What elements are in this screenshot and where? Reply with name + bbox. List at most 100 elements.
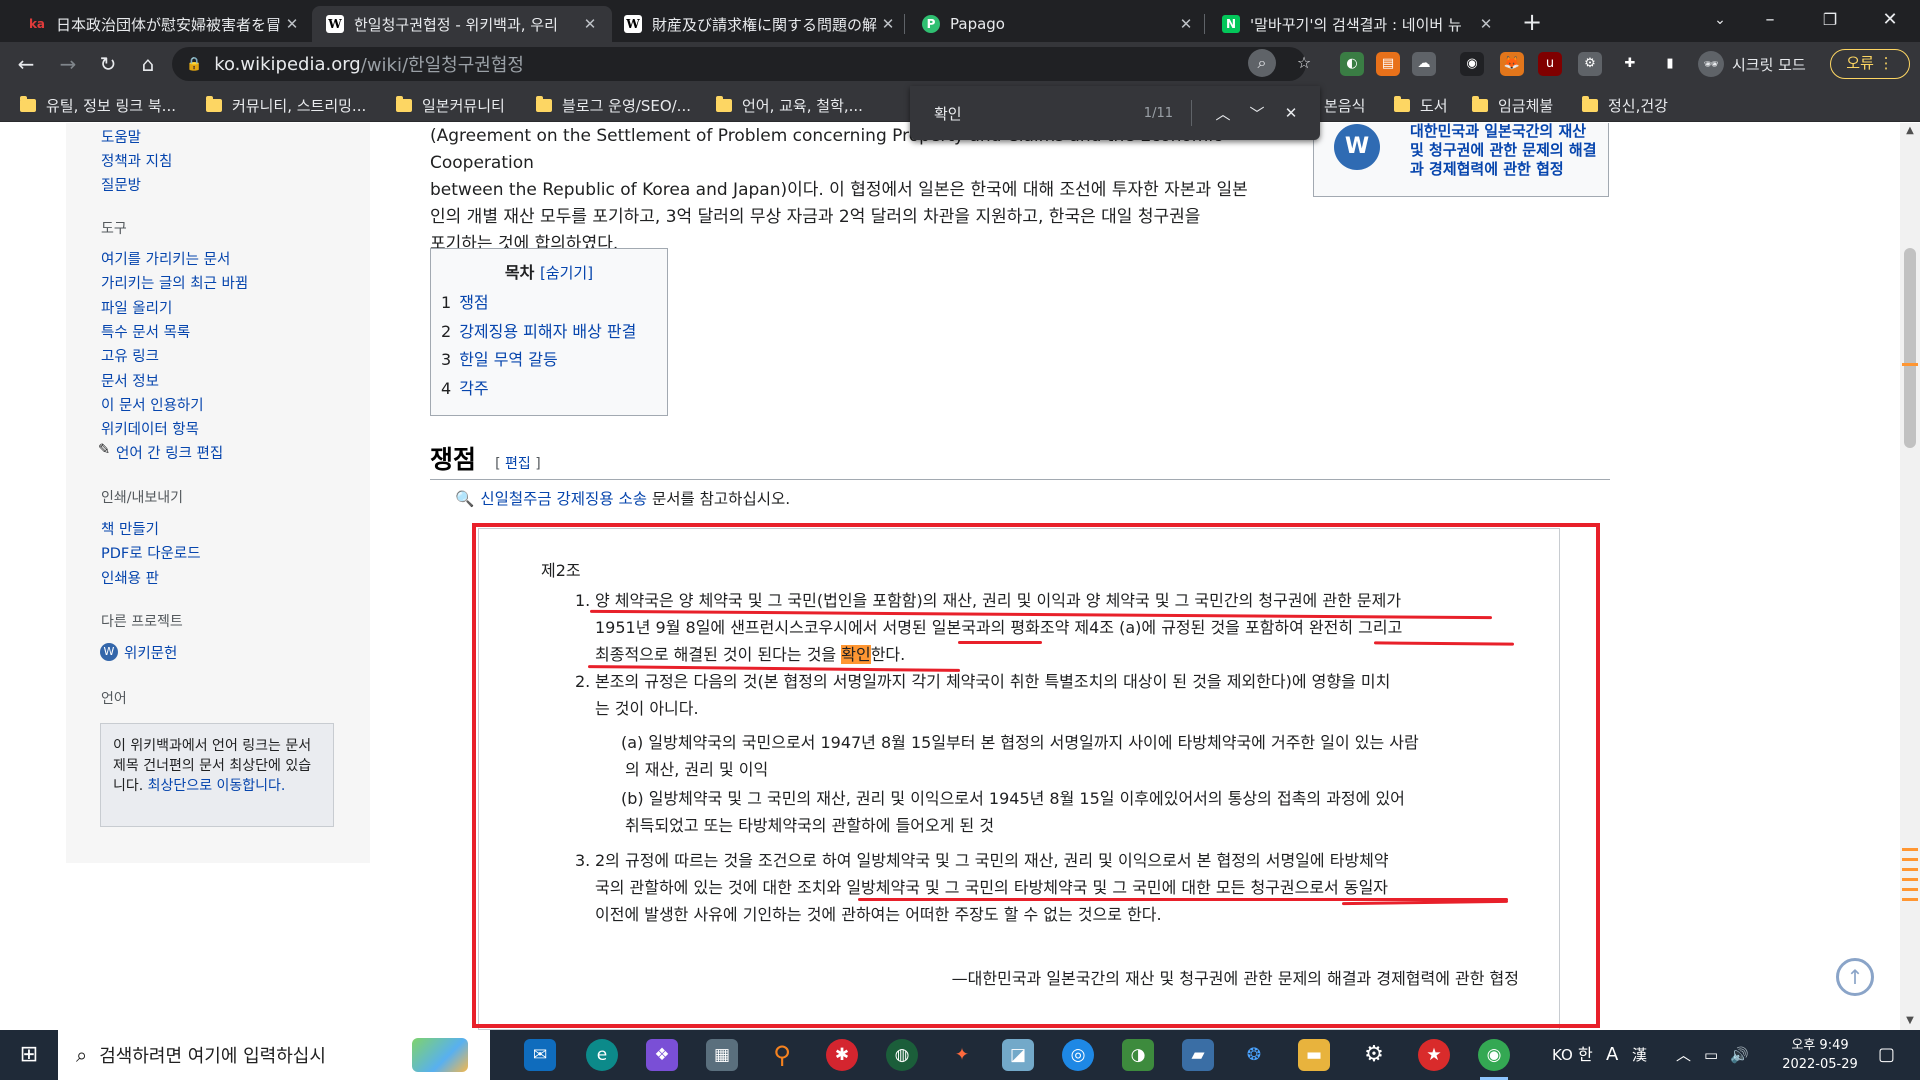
back-button[interactable]: ← bbox=[12, 50, 40, 78]
sidebar-print-link[interactable]: 인쇄용 판 bbox=[101, 567, 159, 588]
sidebar-tool-link[interactable]: 문서 정보 bbox=[101, 370, 159, 391]
app-icon-10[interactable]: ◎ bbox=[1062, 1039, 1094, 1071]
extensions-puzzle-icon[interactable]: ✚ bbox=[1618, 52, 1642, 76]
toc-item[interactable]: 4 각주 bbox=[441, 375, 657, 404]
chrome-taskbar-icon[interactable]: ◉ bbox=[1478, 1039, 1510, 1080]
app-icon-16[interactable]: ★ bbox=[1418, 1039, 1450, 1071]
app-icon-8[interactable]: ✦ bbox=[946, 1039, 978, 1071]
bookmark-folder[interactable]: 일본커뮤니티 bbox=[396, 94, 505, 116]
notification-icon[interactable]: ▢ bbox=[1878, 1030, 1895, 1080]
app-icon-9[interactable]: ◪ bbox=[1002, 1039, 1034, 1071]
minimize-button[interactable]: – bbox=[1740, 0, 1800, 40]
app-icon-13[interactable]: ❂ bbox=[1238, 1039, 1270, 1071]
tray-chevron-icon[interactable]: ︿ bbox=[1676, 1030, 1691, 1080]
ublock-icon[interactable]: u bbox=[1538, 52, 1562, 76]
home-button[interactable]: ⌂ bbox=[134, 50, 162, 78]
extension-icon-4[interactable]: ◉ bbox=[1460, 52, 1484, 76]
close-tab-icon[interactable]: ✕ bbox=[582, 15, 598, 33]
sidebar-tool-link[interactable]: 언어 간 링크 편집 bbox=[116, 442, 223, 463]
bookmark-folder[interactable]: 본음식 bbox=[1324, 94, 1365, 116]
scroll-up-arrow-icon[interactable]: ▲ bbox=[1900, 125, 1920, 136]
bookmark-folder[interactable]: 커뮤니티, 스트리밍... bbox=[206, 94, 366, 116]
toc-item[interactable]: 1 쟁점 bbox=[441, 289, 657, 318]
bookmark-folder[interactable]: 임금체불 bbox=[1472, 94, 1553, 116]
find-in-page-icon[interactable]: ⌕ bbox=[1248, 49, 1276, 77]
scroll-to-top-arrow-icon[interactable]: ↑ bbox=[1836, 958, 1874, 996]
tab-3[interactable]: P Papago ✕ bbox=[908, 6, 1208, 42]
close-tab-icon[interactable]: ✕ bbox=[880, 15, 896, 33]
sidebar-tool-link[interactable]: 이 문서 인용하기 bbox=[101, 394, 204, 415]
ime-ko[interactable]: KO bbox=[1552, 1030, 1573, 1080]
sidebar-link-help[interactable]: 도움말 bbox=[101, 126, 141, 147]
hatnote-link[interactable]: 신일철주금 강제징용 소송 bbox=[480, 490, 647, 508]
network-icon[interactable]: ▭ bbox=[1704, 1030, 1718, 1080]
section-edit-link[interactable]: 편집 bbox=[505, 456, 531, 472]
address-bar[interactable]: 🔒 ko.wikipedia.org/wiki/한일청구권협정 bbox=[172, 47, 1306, 81]
find-input[interactable]: 확인 bbox=[934, 103, 1144, 124]
toc-item[interactable]: 2 강제징용 피해자 배상 판결 bbox=[441, 318, 657, 347]
file-explorer-icon[interactable]: ▬ bbox=[1298, 1039, 1330, 1071]
sidebar-tool-link[interactable]: 고유 링크 bbox=[101, 345, 159, 366]
toc-item[interactable]: 3 한일 무역 갈등 bbox=[441, 346, 657, 375]
sidebar-tool-link[interactable]: 가리키는 글의 최근 바뀜 bbox=[101, 272, 248, 293]
tab-4[interactable]: N '말바꾸기'의 검색결과 : 네이버 뉴 ✕ bbox=[1208, 6, 1508, 42]
find-close-icon[interactable]: ✕ bbox=[1274, 104, 1308, 122]
restore-button[interactable]: ❐ bbox=[1800, 0, 1860, 40]
extension-icon-3[interactable]: ☁ bbox=[1412, 52, 1436, 76]
globe-app-icon[interactable]: ◍ bbox=[886, 1039, 918, 1071]
side-panel-icon[interactable]: ▮ bbox=[1658, 52, 1682, 76]
scroll-down-arrow-icon[interactable]: ▼ bbox=[1900, 1015, 1920, 1026]
new-tab-button[interactable]: + bbox=[1518, 8, 1546, 36]
ime-hanja[interactable]: 漢 bbox=[1632, 1030, 1647, 1080]
metamask-icon[interactable]: 🦊 bbox=[1500, 52, 1524, 76]
sidebar-tool-link[interactable]: 위키데이터 항목 bbox=[101, 418, 199, 439]
toc-hide-toggle[interactable]: [숨기기] bbox=[540, 264, 593, 282]
app-icon-11[interactable]: ◑ bbox=[1122, 1039, 1154, 1071]
tab-0[interactable]: ka 日本政治団体が慰安婦被害者を冒 ✕ bbox=[14, 6, 314, 42]
settings-gear-icon[interactable]: ⚙ bbox=[1358, 1039, 1390, 1071]
incognito-indicator[interactable]: 🕶 시크릿 모드 bbox=[1698, 51, 1806, 77]
tab-1-active[interactable]: W 한일청구권협정 - 위키백과, 우리 ✕ bbox=[312, 6, 612, 42]
close-window-button[interactable]: ✕ bbox=[1860, 0, 1920, 40]
bookmark-folder[interactable]: 언어, 교육, 철학,... bbox=[716, 94, 863, 116]
close-tab-icon[interactable]: ✕ bbox=[284, 15, 300, 33]
forward-button[interactable]: → bbox=[54, 50, 82, 78]
sidebar-print-link[interactable]: 책 만들기 bbox=[101, 518, 159, 539]
app-icon-6[interactable]: ✱ bbox=[826, 1039, 858, 1071]
volume-icon[interactable]: 🔊 bbox=[1730, 1030, 1749, 1080]
calculator-icon[interactable]: ▦ bbox=[706, 1039, 738, 1071]
app-icon-3[interactable]: ❖ bbox=[646, 1039, 678, 1071]
sidebar-link-question[interactable]: 질문방 bbox=[101, 174, 141, 195]
extension-icon-2[interactable]: ▤ bbox=[1376, 52, 1400, 76]
taskbar-clock[interactable]: 오후 9:49 2022-05-29 bbox=[1760, 1036, 1880, 1074]
sidebar-tool-link[interactable]: 특수 문서 목록 bbox=[101, 321, 190, 342]
sidebar-tool-link[interactable]: 파일 올리기 bbox=[101, 297, 172, 318]
ime-alpha[interactable]: A bbox=[1606, 1030, 1618, 1080]
close-tab-icon[interactable]: ✕ bbox=[1178, 15, 1194, 33]
extension-icon-5[interactable]: ⚙ bbox=[1578, 52, 1602, 76]
page-scrollbar[interactable]: ▲ ▼ bbox=[1900, 123, 1920, 1030]
app-icon-12[interactable]: ▰ bbox=[1182, 1039, 1214, 1071]
bookmark-folder[interactable]: 블로그 운영/SEO/... bbox=[536, 94, 691, 116]
tab-2[interactable]: W 財産及び請求権に関する問題の解 ✕ bbox=[610, 6, 910, 42]
bookmark-folder[interactable]: 유틸, 정보 링크 북... bbox=[20, 94, 176, 116]
taskbar-search-box[interactable]: ⌕ 검색하려면 여기에 입력하십시 bbox=[58, 1030, 490, 1080]
bookmark-folder[interactable]: 도서 bbox=[1394, 94, 1448, 116]
sidebar-print-link[interactable]: PDF로 다운로드 bbox=[101, 542, 201, 563]
ime-hangul[interactable]: 한 bbox=[1578, 1030, 1593, 1080]
search-app-icon[interactable]: ⚲ bbox=[766, 1039, 798, 1071]
infobox-link[interactable]: 대한민국과 일본국간의 재산 및 청구권에 관한 문제의 해결과 경제협력에 관… bbox=[1410, 123, 1598, 179]
edge-browser-icon[interactable]: e bbox=[586, 1039, 618, 1071]
scrollbar-thumb[interactable] bbox=[1904, 248, 1916, 448]
windows-start-icon[interactable]: ⊞ bbox=[0, 1030, 58, 1080]
go-to-top-link[interactable]: 최상단으로 이동합니다. bbox=[148, 778, 286, 794]
error-button[interactable]: 오류 ⋮ bbox=[1830, 49, 1910, 79]
sidebar-tool-link[interactable]: 여기를 가리키는 문서 bbox=[101, 248, 230, 269]
close-tab-icon[interactable]: ✕ bbox=[1478, 15, 1494, 33]
bookmark-folder[interactable]: 정신,건강 bbox=[1582, 94, 1668, 116]
extension-icon-1[interactable]: ◐ bbox=[1340, 52, 1364, 76]
sidebar-project-link[interactable]: 위키문헌 bbox=[124, 642, 177, 663]
find-next-chevron-down-icon[interactable]: ﹀ bbox=[1240, 103, 1274, 124]
find-previous-chevron-up-icon[interactable]: ︿ bbox=[1206, 103, 1240, 124]
mail-app-icon[interactable]: ✉ bbox=[524, 1039, 556, 1071]
